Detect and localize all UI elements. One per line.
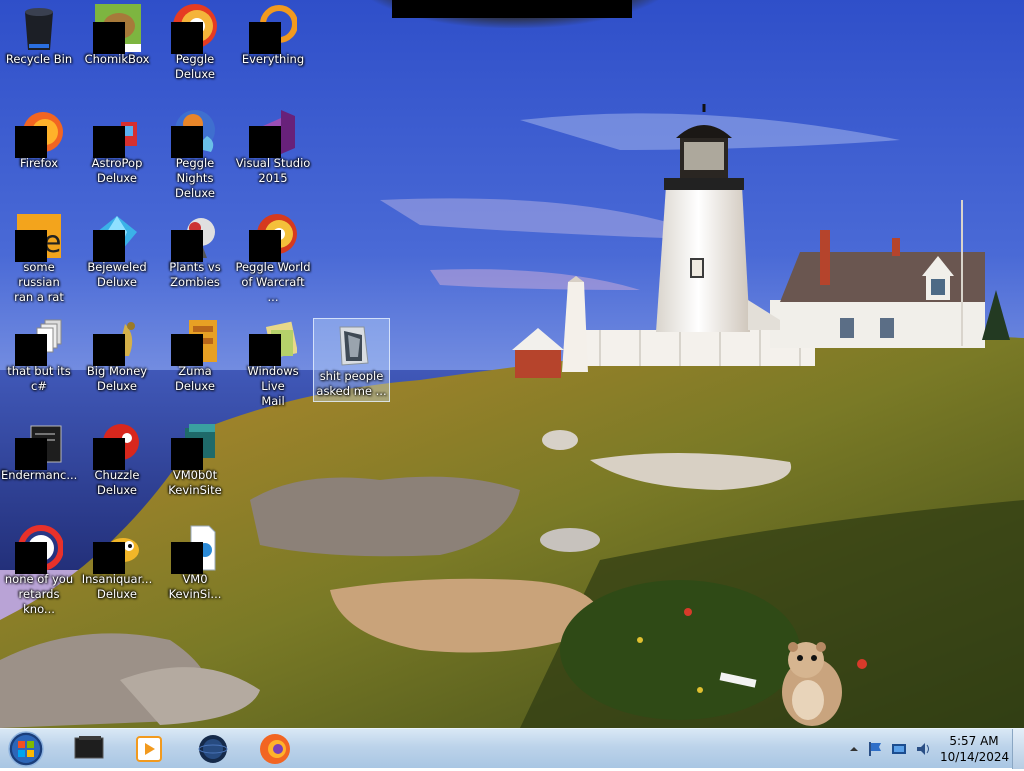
icon-label: ChomikBox — [84, 52, 150, 66]
icon-label: Everything — [241, 52, 305, 66]
vm-folder-icon — [171, 420, 219, 470]
desktop-icon-peggle-nights[interactable]: Peggle Nights Deluxe — [156, 108, 234, 201]
desktop-icon-chomikbox[interactable]: ChomikBox — [78, 4, 156, 67]
peggle-deluxe-icon — [171, 4, 219, 54]
big-money-icon — [93, 316, 141, 366]
globe-icon — [198, 735, 228, 763]
visual-studio-icon — [249, 108, 297, 158]
network-icon[interactable] — [890, 740, 908, 758]
dark-box-icon — [74, 736, 104, 759]
zuma-icon — [171, 316, 219, 366]
desktop-icon-bejeweled[interactable]: Bejeweled Deluxe — [78, 212, 156, 290]
desktop-icon-shit-people-asked-me[interactable]: shit people asked me ... — [313, 318, 390, 402]
chuzzle-icon — [93, 420, 141, 470]
desktop-icon-none-of-you[interactable]: none of you retards kno... — [0, 524, 78, 617]
desktop-icon-chuzzle[interactable]: Chuzzle Deluxe — [78, 420, 156, 498]
firefox-icon — [15, 108, 63, 158]
stacked-files-icon — [15, 316, 63, 366]
icon-label: VM0b0t KevinSite — [168, 468, 222, 497]
media-player-icon — [136, 736, 162, 762]
redacted-bar — [392, 0, 632, 18]
volume-icon[interactable] — [914, 740, 932, 758]
desktop-icon-that-but-its-csharp[interactable]: that but its c# — [0, 316, 78, 394]
desktop-icon-peggle-deluxe[interactable]: Peggle Deluxe — [156, 4, 234, 82]
icon-label: Peggle Nights Deluxe — [175, 156, 215, 200]
icon-label: Zuma Deluxe — [175, 364, 215, 393]
desktop-icon-recycle-bin[interactable]: Recycle Bin — [0, 4, 78, 67]
desktop-icon-vm0b0t-kevinsite[interactable]: VM0b0t KevinSite — [156, 420, 234, 498]
peggle-wow-icon — [249, 212, 297, 262]
taskbar-firefox[interactable] — [250, 732, 300, 766]
icon-label: Recycle Bin — [5, 52, 73, 66]
icon-label: shit people asked me ... — [316, 369, 387, 398]
icon-label: Bejeweled Deluxe — [87, 260, 147, 289]
start-button[interactable] — [6, 731, 46, 767]
icon-label: AstroPop Deluxe — [91, 156, 143, 185]
recycle-bin-icon — [15, 4, 63, 52]
icon-label: Endermanc... — [1, 468, 78, 482]
show-hidden-icons-arrow-icon[interactable] — [845, 740, 863, 758]
taskbar-app-2[interactable] — [124, 732, 174, 766]
plants-vs-zombies-icon — [171, 212, 219, 262]
icon-label: Big Money Deluxe — [86, 364, 148, 393]
desktop-icon-plants-vs-zombies[interactable]: Plants vs Zombies — [156, 212, 234, 290]
insaniquarium-icon — [93, 524, 141, 574]
document-icon — [171, 524, 219, 574]
desktop-icon-astropop[interactable]: AstroPop Deluxe — [78, 108, 156, 186]
icon-label: Insaniquar... Deluxe — [81, 572, 153, 601]
desktop-icon-endermanc[interactable]: Endermanc... — [0, 420, 78, 483]
desktop-icon-firefox[interactable]: Firefox — [0, 108, 78, 171]
peggle-nights-icon — [171, 108, 219, 158]
taskbar-app-3[interactable] — [188, 732, 238, 766]
icon-label: Peggle World of Warcraft ... — [235, 260, 311, 304]
windows-start-icon — [8, 731, 44, 767]
terminal-icon — [15, 420, 63, 470]
icon-label: Chuzzle Deluxe — [94, 468, 140, 497]
desktop-icon-vm0-kevinsi[interactable]: VM0 KevinSi... — [156, 524, 234, 602]
astropop-icon — [93, 108, 141, 158]
firefox-icon — [260, 734, 290, 764]
icon-label: Windows Live Mail — [247, 364, 299, 408]
icon-label: some russian ran a rat — [14, 260, 64, 304]
action-center-flag-icon[interactable] — [866, 740, 884, 758]
icon-label: none of you retards kno... — [4, 572, 74, 616]
desktop-icon-peggle-wow[interactable]: Peggle World of Warcraft ... — [234, 212, 312, 305]
folder-icon — [328, 321, 376, 369]
clock[interactable]: 5:57 AM 10/14/2024 — [940, 733, 1010, 765]
windows-live-mail-icon — [249, 316, 299, 366]
desktop-icon-zuma[interactable]: Zuma Deluxe — [156, 316, 234, 394]
chomikbox-icon — [93, 4, 141, 54]
show-desktop-button[interactable] — [1012, 729, 1024, 769]
desktop-icon-visual-studio[interactable]: Visual Studio 2015 — [234, 108, 312, 186]
icon-label: Peggle Deluxe — [175, 52, 215, 81]
icon-label: Firefox — [19, 156, 59, 170]
bejeweled-icon — [93, 212, 141, 262]
icon-label: Visual Studio 2015 — [235, 156, 311, 185]
desktop-icon-windows-live-mail[interactable]: Windows Live Mail — [234, 316, 312, 409]
scratch-e-icon: e — [15, 212, 63, 262]
taskbar-app-1[interactable] — [64, 732, 114, 766]
desktop-icon-everything[interactable]: Everything — [234, 4, 312, 67]
taskbar: 5:57 AM 10/14/2024 — [0, 728, 1024, 769]
clock-time: 5:57 AM — [949, 734, 999, 748]
opera-icon — [15, 524, 64, 574]
desktop-icon-some-russian[interactable]: e some russian ran a rat — [0, 212, 78, 305]
icon-label: that but its c# — [7, 364, 71, 393]
icon-label: Plants vs Zombies — [169, 260, 221, 289]
desktop-icon-insaniquarium[interactable]: Insaniquar... Deluxe — [78, 524, 156, 602]
icon-label: VM0 KevinSi... — [168, 572, 222, 601]
clock-date: 10/14/2024 — [940, 750, 1010, 764]
desktop-icon-big-money[interactable]: Big Money Deluxe — [78, 316, 156, 394]
everything-icon — [249, 4, 298, 54]
